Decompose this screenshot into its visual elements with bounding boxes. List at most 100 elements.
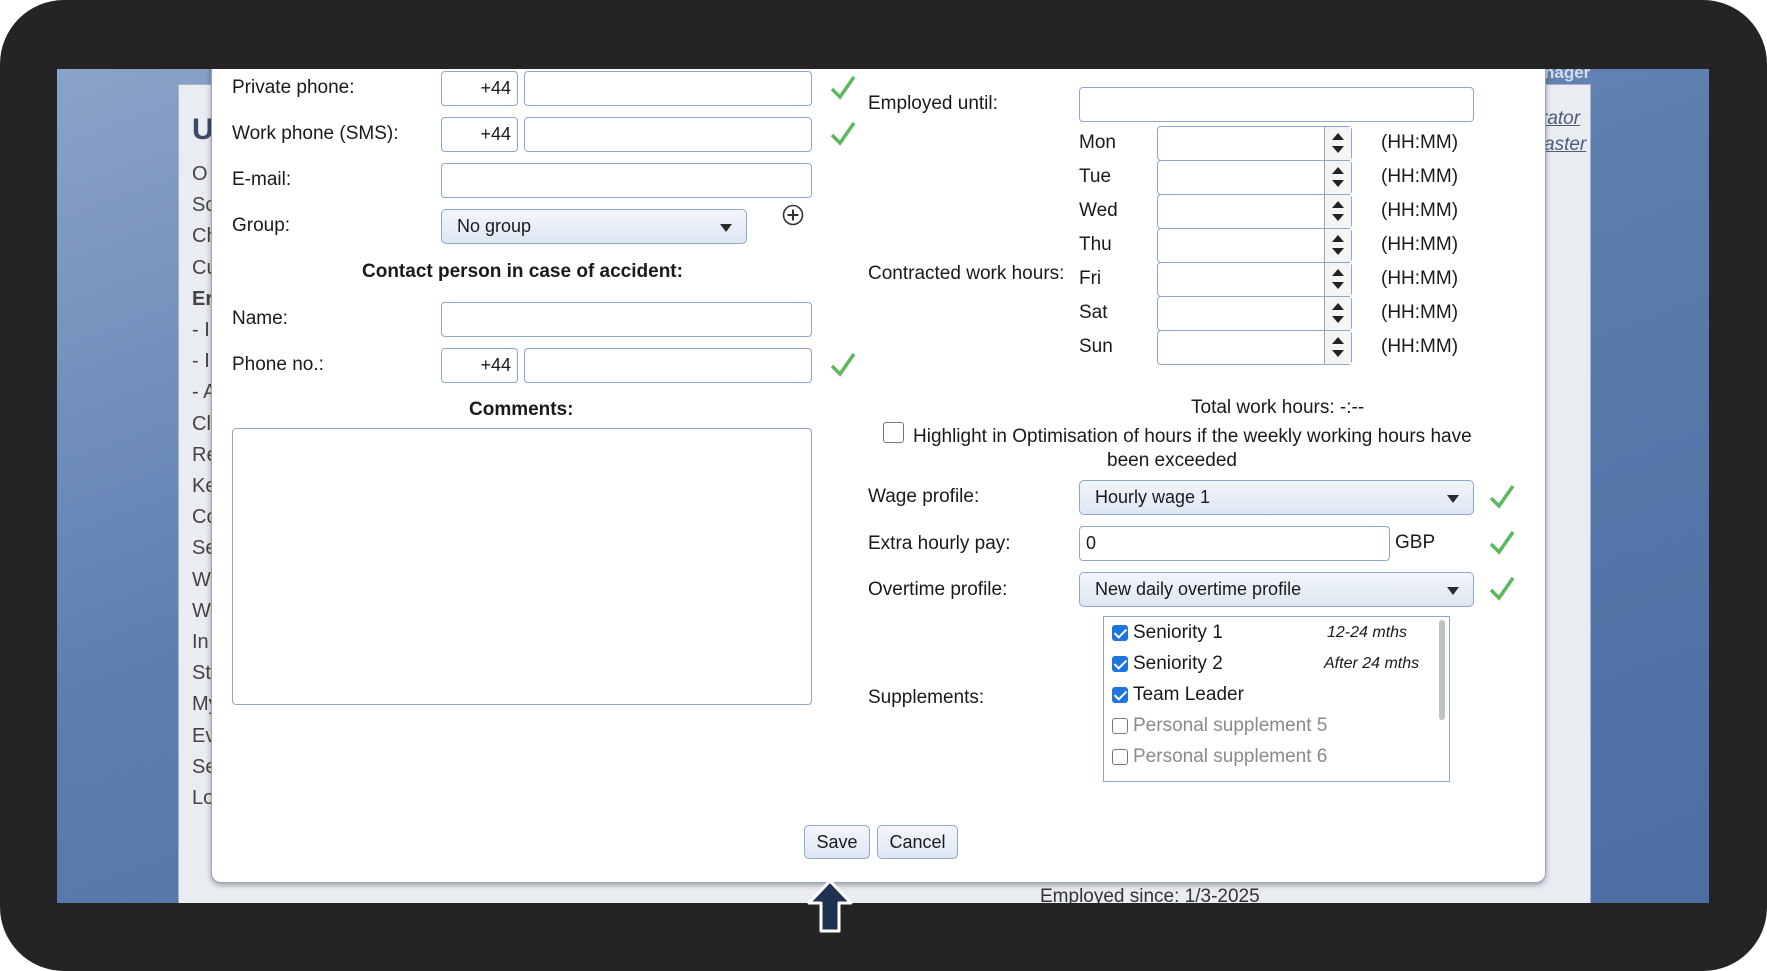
comments-heading: Comments:	[469, 399, 574, 420]
private-phone-prefix[interactable]: +44	[441, 71, 518, 106]
overtime-profile-select[interactable]: New daily overtime profile	[1079, 572, 1474, 607]
supplements-list[interactable]: Seniority 1 12-24 mths Seniority 2 After 24…	[1103, 616, 1450, 782]
spinner-down-icon[interactable]	[1332, 350, 1344, 357]
chevron-down-icon	[1447, 495, 1459, 503]
extra-pay-valid-check-icon	[1489, 530, 1515, 555]
spinner-up-icon[interactable]	[1332, 303, 1344, 310]
contact-phone-prefix[interactable]: +44	[441, 348, 518, 383]
extra-hourly-pay-input[interactable]: 0	[1079, 526, 1390, 561]
spinner-up-icon[interactable]	[1332, 201, 1344, 208]
contact-phone-input[interactable]	[524, 348, 812, 383]
hours-input-tue[interactable]	[1157, 160, 1352, 195]
wage-profile-select[interactable]: Hourly wage 1	[1079, 480, 1474, 515]
total-work-hours: Total work hours: -:--	[1191, 397, 1365, 418]
supplement-checkbox[interactable]	[1112, 625, 1128, 641]
employed-until-label: Employed until:	[868, 93, 998, 114]
wage-profile-label: Wage profile:	[868, 486, 980, 507]
background-header-text: nager	[1544, 69, 1591, 82]
hours-input-mon[interactable]	[1157, 126, 1352, 161]
background-sidebar-item[interactable]: O	[192, 163, 208, 186]
day-label-wed: Wed	[1079, 200, 1118, 221]
extra-hourly-pay-currency: GBP	[1395, 532, 1436, 553]
background-sidebar-item[interactable]: - I	[192, 350, 210, 373]
spinner-up-icon[interactable]	[1332, 235, 1344, 242]
spinner-buttons[interactable]	[1324, 127, 1351, 160]
contact-phone-label: Phone no.:	[232, 354, 324, 375]
group-select[interactable]: No group	[441, 209, 747, 244]
save-button[interactable]: Save	[804, 825, 870, 859]
spinner-up-icon[interactable]	[1332, 269, 1344, 276]
day-label-fri: Fri	[1079, 268, 1102, 289]
work-phone-prefix[interactable]: +44	[441, 117, 518, 152]
supplement-checkbox[interactable]	[1112, 749, 1128, 765]
spinner-down-icon[interactable]	[1332, 316, 1344, 323]
spinner-down-icon[interactable]	[1332, 214, 1344, 221]
comments-textarea[interactable]	[232, 428, 812, 705]
spinner-up-icon[interactable]	[1332, 337, 1344, 344]
day-label-mon: Mon	[1079, 132, 1116, 153]
spinner-down-icon[interactable]	[1332, 282, 1344, 289]
wage-profile-selected-value: Hourly wage 1	[1095, 487, 1211, 507]
hours-input-fri[interactable]	[1157, 262, 1352, 297]
background-sidebar-item[interactable]: In	[192, 631, 209, 654]
day-label-sun: Sun	[1079, 336, 1113, 357]
supplement-name: Personal supplement 5	[1133, 715, 1328, 736]
spinner-buttons[interactable]	[1324, 263, 1351, 296]
supplement-checkbox[interactable]	[1112, 718, 1128, 734]
hours-input-sun[interactable]	[1157, 330, 1352, 365]
spinner-up-icon[interactable]	[1332, 133, 1344, 140]
supplement-note: After 24 mths	[1324, 655, 1420, 672]
supplements-label: Supplements:	[868, 687, 985, 708]
group-selected-value: No group	[457, 216, 532, 236]
spinner-down-icon[interactable]	[1332, 180, 1344, 187]
contact-name-label: Name:	[232, 308, 288, 329]
background-sidebar-item[interactable]: St	[192, 662, 211, 685]
spinner-buttons[interactable]	[1324, 161, 1351, 194]
highlight-exceeded-label-line2: been exceeded	[1107, 450, 1237, 471]
background-sidebar-item[interactable]: - I	[192, 319, 210, 342]
overtime-profile-selected-value: New daily overtime profile	[1095, 579, 1302, 599]
spinner-buttons[interactable]	[1324, 331, 1351, 364]
supplement-name: Seniority 2	[1133, 653, 1223, 674]
background-sidebar-item[interactable]: W	[192, 569, 211, 592]
background-sidebar-item[interactable]: W	[192, 600, 211, 623]
email-input[interactable]	[441, 163, 812, 198]
background-sidebar-item[interactable]: Cl	[192, 413, 211, 436]
supplements-scrollbar[interactable]	[1439, 620, 1445, 720]
hours-unit-label: (HH:MM)	[1381, 166, 1459, 187]
chevron-down-icon	[720, 224, 732, 232]
spinner-buttons[interactable]	[1324, 229, 1351, 262]
spinner-down-icon[interactable]	[1332, 146, 1344, 153]
supplement-name: Seniority 1	[1133, 622, 1223, 643]
contact-name-input[interactable]	[441, 302, 812, 337]
supplement-checkbox[interactable]	[1112, 687, 1128, 703]
hours-input-thu[interactable]	[1157, 228, 1352, 263]
hours-unit-label: (HH:MM)	[1381, 132, 1459, 153]
private-phone-input[interactable]	[524, 71, 812, 106]
add-group-plus-icon[interactable]	[782, 204, 804, 226]
work-phone-input[interactable]	[524, 117, 812, 152]
background-link-administrator[interactable]: rator	[1541, 108, 1580, 130]
contact-phone-valid-check-icon	[830, 352, 856, 377]
screen: nager U O Sc Ch Cu Er - I- I- A Cl Re Ke Co Se W W In…	[57, 69, 1709, 903]
email-label: E-mail:	[232, 169, 292, 190]
highlight-exceeded-checkbox[interactable]	[883, 422, 904, 443]
hours-unit-label: (HH:MM)	[1381, 302, 1459, 323]
hours-input-sat[interactable]	[1157, 296, 1352, 331]
supplement-checkbox[interactable]	[1112, 656, 1128, 672]
edit-employee-dialog: Private phone: +44 Work phone (SMS): +44…	[211, 69, 1546, 883]
spinner-down-icon[interactable]	[1332, 248, 1344, 255]
spinner-buttons[interactable]	[1324, 195, 1351, 228]
background-sidebar-item[interactable]: Er	[192, 288, 213, 311]
hours-input-wed[interactable]	[1157, 194, 1352, 229]
contracted-hours-label: Contracted work hours:	[868, 263, 1065, 284]
extra-hourly-pay-label: Extra hourly pay:	[868, 533, 1011, 554]
hours-unit-label: (HH:MM)	[1381, 200, 1459, 221]
cancel-button[interactable]: Cancel	[877, 825, 958, 859]
background-link-master[interactable]: aster	[1544, 134, 1586, 156]
day-label-thu: Thu	[1079, 234, 1112, 255]
contact-person-heading: Contact person in case of accident:	[362, 261, 683, 282]
spinner-up-icon[interactable]	[1332, 167, 1344, 174]
spinner-buttons[interactable]	[1324, 297, 1351, 330]
employed-until-input[interactable]	[1079, 87, 1474, 122]
